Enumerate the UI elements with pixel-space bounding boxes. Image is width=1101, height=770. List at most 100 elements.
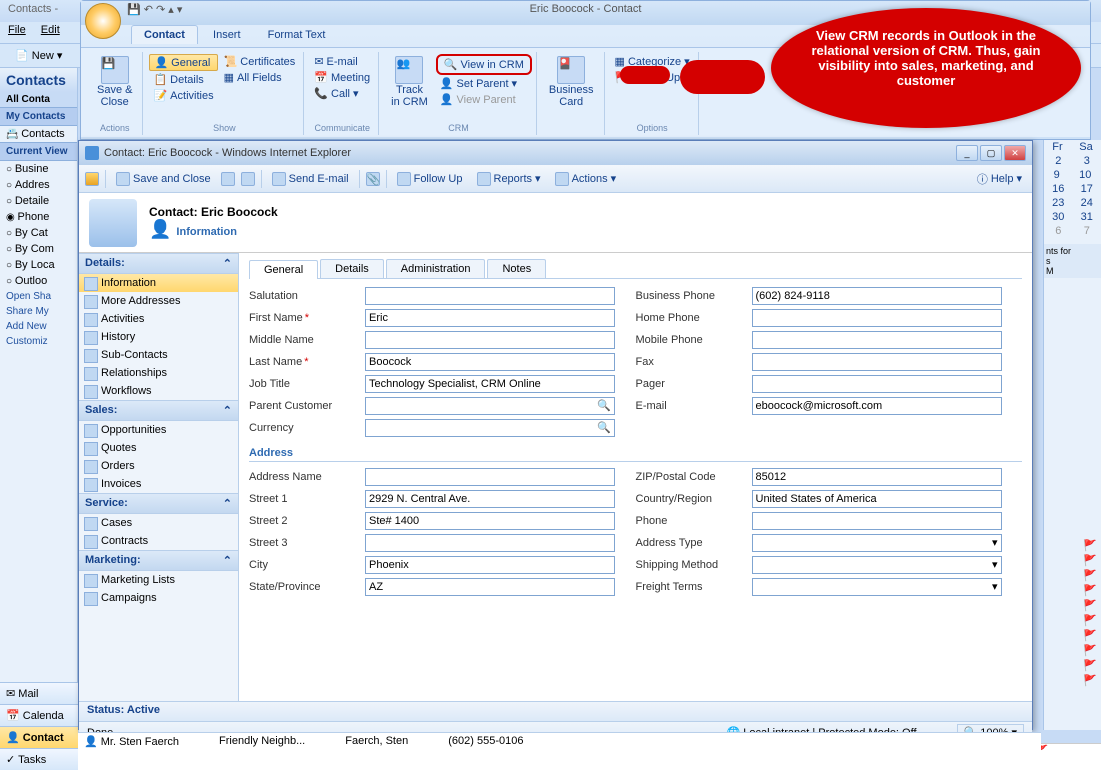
lookup-icon[interactable]: 🔍 [597,421,611,435]
save-icon-2[interactable] [221,172,235,186]
attach-icon[interactable]: 📎 [366,172,380,186]
nav-orders[interactable]: Orders [79,457,238,475]
nav-cases[interactable]: Cases [79,514,238,532]
office-button[interactable] [85,3,121,39]
activities-button[interactable]: 📝 Activities [149,88,217,103]
nav-calendar[interactable]: 📅 Calenda [0,704,78,726]
nav-contracts[interactable]: Contracts [79,532,238,550]
folder-all-contacts[interactable]: All Conta [0,92,77,107]
address-name-input[interactable] [365,468,615,486]
shipping-select[interactable]: ▾ [752,556,1002,574]
mobile-phone-input[interactable] [752,331,1002,349]
nav-relationships[interactable]: Relationships [79,364,238,382]
meeting-button[interactable]: 📅 Meeting [310,70,374,85]
all-fields-button[interactable]: ▦ All Fields [220,70,300,85]
nav-mail[interactable]: ✉ Mail [0,682,78,704]
street3-input[interactable] [365,534,615,552]
nav-contacts[interactable]: 👤 Contact [0,726,78,748]
save-close-button[interactable]: Save and Close [112,170,215,188]
nav-workflows[interactable]: Workflows [79,382,238,400]
street1-input[interactable] [365,490,615,508]
flag-icon[interactable]: 🚩 [1044,628,1101,643]
tab-administration[interactable]: Administration [386,259,486,278]
view-location[interactable]: ○ By Loca [0,257,77,273]
view-parent-button[interactable]: 👤 View Parent [436,92,532,107]
minimize-button[interactable]: _ [956,145,978,161]
link-add-new[interactable]: Add New [0,319,77,334]
flag-icon[interactable]: 🚩 [1044,598,1101,613]
tab-format-text[interactable]: Format Text [256,26,338,44]
tab-insert[interactable]: Insert [201,26,253,44]
address-type-select[interactable]: ▾ [752,534,1002,552]
nav-history[interactable]: History [79,328,238,346]
view-address[interactable]: ○ Addres [0,177,77,193]
tab-notes[interactable]: Notes [487,259,546,278]
flag-icon[interactable]: 🚩 [1044,643,1101,658]
nav-sub-contacts[interactable]: Sub-Contacts [79,346,238,364]
menu-edit[interactable]: Edit [41,24,60,36]
close-button[interactable]: ✕ [1004,145,1026,161]
view-outlook[interactable]: ○ Outloo [0,273,77,289]
pager-input[interactable] [752,375,1002,393]
view-phone[interactable]: ◉ Phone [0,209,77,225]
link-open-shared[interactable]: Open Sha [0,289,77,304]
link-share-my[interactable]: Share My [0,304,77,319]
nav-invoices[interactable]: Invoices [79,475,238,493]
tab-general[interactable]: General [249,260,318,279]
nav-marketing-lists[interactable]: Marketing Lists [79,571,238,589]
actions-button[interactable]: Actions ▾ [551,170,621,188]
reports-button[interactable]: Reports ▾ [473,170,545,188]
tab-details[interactable]: Details [320,259,384,278]
tab-contact[interactable]: Contact [131,25,198,44]
home-phone-input[interactable] [752,309,1002,327]
nav-activities[interactable]: Activities [79,310,238,328]
nav-information[interactable]: Information [79,274,238,292]
street2-input[interactable] [365,512,615,530]
flag-icon[interactable]: 🚩 [1044,553,1101,568]
set-parent-button[interactable]: 👤 Set Parent ▾ [436,76,532,91]
flag-icon[interactable]: 🚩 [1044,583,1101,598]
fax-input[interactable] [752,353,1002,371]
call-button[interactable]: 📞 Call ▾ [310,86,374,101]
nav-opportunities[interactable]: Opportunities [79,421,238,439]
flag-icon[interactable]: 🚩 [1044,658,1101,673]
view-company[interactable]: ○ By Com [0,241,77,257]
link-customize[interactable]: Customiz [0,334,77,349]
print-icon[interactable] [241,172,255,186]
view-business[interactable]: ○ Busine [0,161,77,177]
freight-select[interactable]: ▾ [752,578,1002,596]
flag-icon[interactable]: 🚩 [1044,538,1101,553]
job-title-input[interactable] [365,375,615,393]
view-category[interactable]: ○ By Cat [0,225,77,241]
general-button[interactable]: 👤 General [149,54,217,71]
maximize-button[interactable]: ▢ [980,145,1002,161]
my-contacts-hdr[interactable]: My Contacts [0,107,77,126]
nav-more-addresses[interactable]: More Addresses [79,292,238,310]
save-close-button[interactable]: 💾Save & Close [91,54,138,110]
first-name-input[interactable] [365,309,615,327]
business-card-button[interactable]: 🎴Business Card [543,54,600,110]
middle-name-input[interactable] [365,331,615,349]
nav-quotes[interactable]: Quotes [79,439,238,457]
country-input[interactable] [752,490,1002,508]
flag-icon[interactable]: 🚩 [1044,613,1101,628]
details-button[interactable]: 📋 Details [149,72,217,87]
service-group-hdr[interactable]: Service:⌃ [79,493,238,514]
sales-group-hdr[interactable]: Sales:⌃ [79,400,238,421]
email-input[interactable] [752,397,1002,415]
flag-icon[interactable]: 🚩 [1044,568,1101,583]
phone-input[interactable] [752,512,1002,530]
certificates-button[interactable]: 📜 Certificates [220,54,300,69]
zip-input[interactable] [752,468,1002,486]
business-phone-input[interactable] [752,287,1002,305]
menu-file[interactable]: File [8,24,26,36]
view-detailed[interactable]: ○ Detaile [0,193,77,209]
contact-list-row[interactable]: 👤 Mr. Sten Faerch Friendly Neighb... Fae… [78,732,1041,770]
details-group-hdr[interactable]: Details:⌃ [79,253,238,274]
flag-icon[interactable]: 🚩 [1044,673,1101,688]
new-button[interactable]: 📄 New ▾ [8,46,69,65]
followup-button[interactable]: Follow Up [393,170,467,188]
nav-campaigns[interactable]: Campaigns [79,589,238,607]
last-name-input[interactable] [365,353,615,371]
parent-customer-lookup[interactable]: 🔍 [365,397,615,415]
